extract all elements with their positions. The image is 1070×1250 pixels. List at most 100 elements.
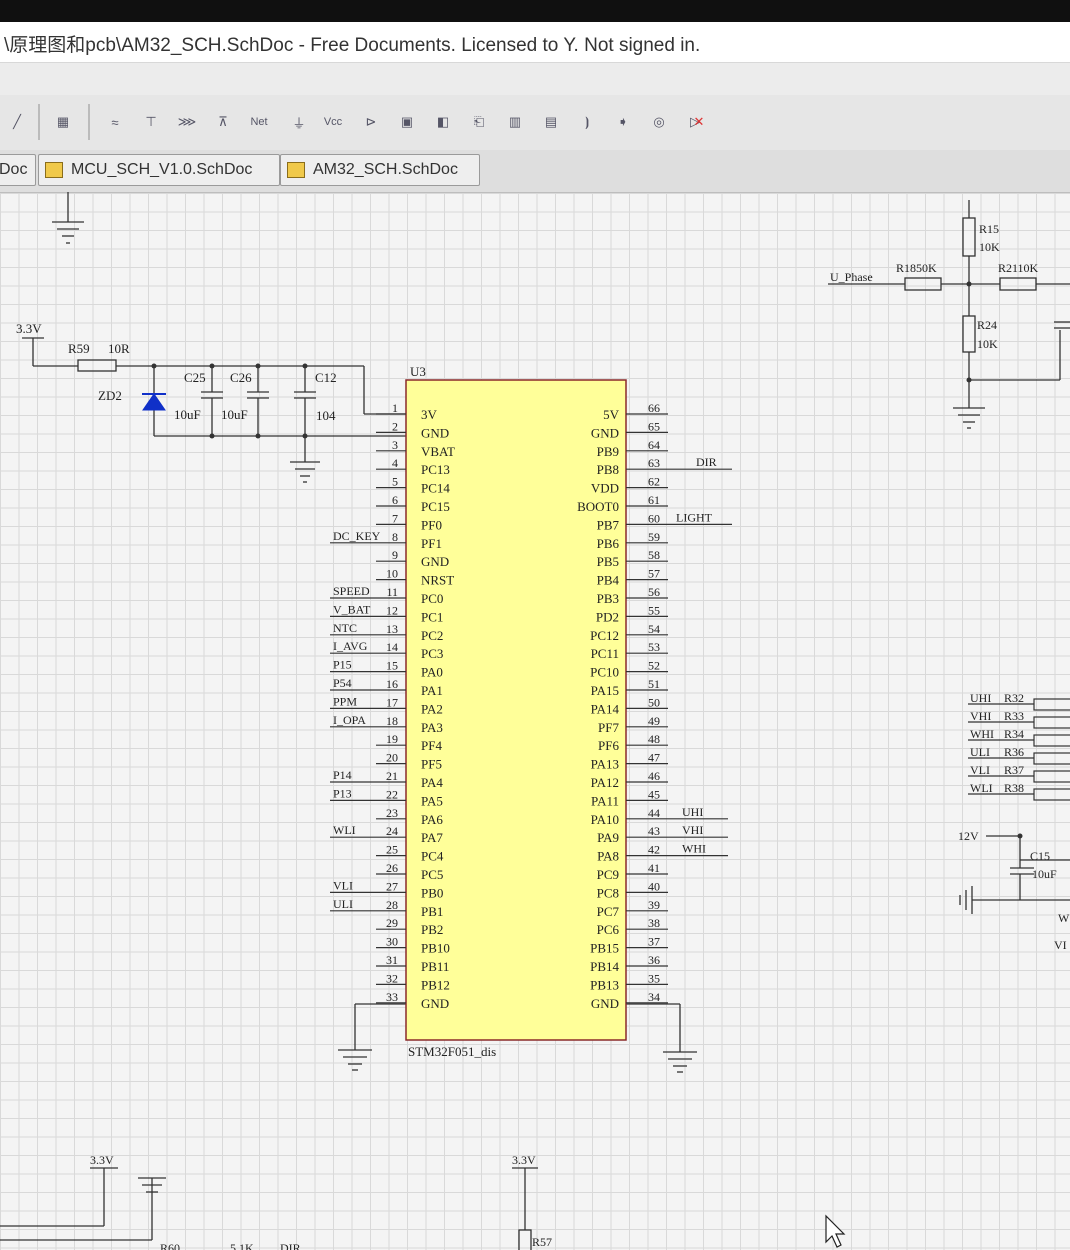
net-3v3-label: 3.3V bbox=[16, 321, 42, 336]
mcu-pin-name: PA3 bbox=[421, 720, 443, 735]
gate-net-label: VHI bbox=[970, 709, 991, 723]
net-label: DC_KEY bbox=[333, 529, 381, 543]
mcu-pin-name: PB5 bbox=[597, 554, 619, 569]
mcu-pin-number: 19 bbox=[386, 732, 398, 746]
mcu-pin-number: 1 bbox=[392, 401, 398, 415]
mcu-pin-name: PF1 bbox=[421, 536, 442, 551]
mcu-pin-number: 37 bbox=[648, 935, 660, 949]
mcu-pin-number: 17 bbox=[386, 695, 398, 709]
mcu-pin-name: GND bbox=[421, 554, 449, 569]
mcu-pin-name: PB15 bbox=[590, 941, 619, 956]
mcu-pin-name: PB3 bbox=[597, 591, 619, 606]
mcu-pin-name: PB9 bbox=[597, 444, 619, 459]
net-label: PPM bbox=[333, 694, 357, 708]
mcu-pin-number: 23 bbox=[386, 806, 398, 820]
mcu-pin-number: 43 bbox=[648, 824, 660, 838]
r18-label: R1850K bbox=[896, 261, 937, 275]
gate-resistor-body bbox=[1033, 770, 1070, 783]
mcu-pin-name: PA15 bbox=[591, 683, 619, 698]
mcu-pin-name: PF5 bbox=[421, 757, 442, 772]
mcu-pin-name: PC3 bbox=[421, 646, 443, 661]
mcu-pin-name: PF0 bbox=[421, 517, 442, 532]
c26-label: C26 bbox=[230, 370, 252, 385]
net-12v-label: 12V bbox=[958, 829, 979, 843]
mcu-pin-name: PC2 bbox=[421, 628, 443, 643]
mcu-pin-number: 35 bbox=[648, 971, 660, 985]
mcu-pin-number: 63 bbox=[648, 456, 660, 470]
mcu-pin-number: 59 bbox=[648, 530, 660, 544]
zd2-label: ZD2 bbox=[98, 388, 122, 403]
gate-net-label: UHI bbox=[970, 691, 991, 705]
net-w-label: W bbox=[1058, 911, 1070, 925]
mcu-pin-number: 45 bbox=[648, 787, 660, 801]
mcu-pin-number: 56 bbox=[648, 585, 660, 599]
mcu-pin-name: GND bbox=[421, 425, 449, 440]
mcu-pin-number: 5 bbox=[392, 475, 398, 489]
mcu-pin-number: 14 bbox=[386, 640, 398, 654]
mcu-pin-name: GND bbox=[591, 425, 619, 440]
net-label: SPEED bbox=[333, 584, 370, 598]
mcu-pin-number: 34 bbox=[648, 990, 660, 1004]
net-label: UHI bbox=[682, 805, 703, 819]
mcu-pin-number: 40 bbox=[648, 879, 660, 893]
r59-label: R59 bbox=[68, 341, 90, 356]
mcu-pin-name: PA5 bbox=[421, 793, 443, 808]
mcu-pin-number: 22 bbox=[386, 787, 398, 801]
mcu-pin-number: 2 bbox=[392, 419, 398, 433]
mcu-pin-name: GND bbox=[421, 996, 449, 1011]
mcu-pin-number: 46 bbox=[648, 769, 660, 783]
mcu-pin-name: PB14 bbox=[590, 959, 619, 974]
mcu-pin-name: PC12 bbox=[590, 628, 619, 643]
mcu-pin-name: PB11 bbox=[421, 959, 449, 974]
mcu-pin-number: 4 bbox=[392, 456, 398, 470]
mcu-pin-name: PB10 bbox=[421, 941, 450, 956]
mcu-pin-number: 42 bbox=[648, 843, 660, 857]
mcu-pin-number: 48 bbox=[648, 732, 660, 746]
mcu-pin-name: PB1 bbox=[421, 904, 443, 919]
r21-label: R2110K bbox=[998, 261, 1039, 275]
mcu-pin-name: GND bbox=[591, 996, 619, 1011]
mcu-pin-number: 54 bbox=[648, 622, 660, 636]
mcu-pin-number: 31 bbox=[386, 953, 398, 967]
mcu-pin-name: 3V bbox=[421, 407, 438, 422]
gate-resistor-body bbox=[1033, 734, 1070, 747]
mcu-designator: U3 bbox=[410, 364, 426, 379]
mcu-pin-number: 47 bbox=[648, 751, 660, 765]
mcu-pin-number: 28 bbox=[386, 898, 398, 912]
mcu-pin-name: PA6 bbox=[421, 812, 443, 827]
mcu-pin-number: 44 bbox=[648, 806, 660, 820]
mcu-pin-number: 3 bbox=[392, 438, 398, 452]
mcu-pin-name: PA13 bbox=[591, 757, 619, 772]
gate-net-label: VLI bbox=[970, 763, 990, 777]
mcu-pin-name: PB2 bbox=[421, 922, 443, 937]
mcu-pin-number: 25 bbox=[386, 843, 398, 857]
net-label: VHI bbox=[682, 823, 703, 837]
mcu-pin-number: 13 bbox=[386, 622, 398, 636]
net-label: WHI bbox=[682, 842, 706, 856]
mcu-pin-name: PC10 bbox=[590, 665, 619, 680]
mcu-pin-number: 9 bbox=[392, 548, 398, 562]
mcu-pin-name: PB0 bbox=[421, 885, 443, 900]
mcu-pin-number: 62 bbox=[648, 475, 660, 489]
mcu-pin-number: 32 bbox=[386, 971, 398, 985]
r60-label: R60 bbox=[160, 1241, 180, 1250]
mcu-pin-number: 65 bbox=[648, 419, 660, 433]
mcu-pin-name: PA2 bbox=[421, 701, 443, 716]
mcu-pin-name: PA4 bbox=[421, 775, 443, 790]
mcu-pin-number: 66 bbox=[648, 401, 660, 415]
mcu-pin-name: VBAT bbox=[421, 444, 455, 459]
mcu-pin-name: PB7 bbox=[597, 517, 620, 532]
mcu-pin-name: PA1 bbox=[421, 683, 443, 698]
mcu-pin-number: 51 bbox=[648, 677, 660, 691]
zener-diode-icon bbox=[142, 393, 166, 411]
gate-resistor-body bbox=[1033, 752, 1070, 765]
mcu-pin-name: PF6 bbox=[598, 738, 619, 753]
mcu-pin-number: 41 bbox=[648, 861, 660, 875]
mcu-pin-name: PC15 bbox=[421, 499, 450, 514]
mcu-pin-name: PA8 bbox=[597, 849, 619, 864]
gate-resistor-body bbox=[1033, 716, 1070, 729]
u-phase-label: U_Phase bbox=[830, 270, 873, 284]
mcu-pin-name: PC5 bbox=[421, 867, 443, 882]
mcu-pin-name: PC4 bbox=[421, 849, 444, 864]
mcu-pin-number: 33 bbox=[386, 990, 398, 1004]
